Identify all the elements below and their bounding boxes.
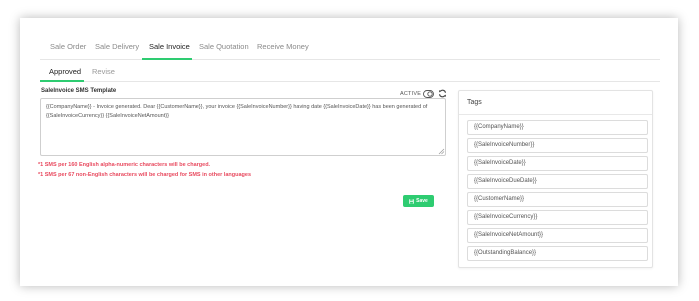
floppy-disk-icon xyxy=(409,198,414,204)
sms-settings-panel: Sale Order Sale Delivery Sale Invoice Sa… xyxy=(20,18,678,286)
tab-receive-money[interactable]: Receive Money xyxy=(257,42,309,51)
sms-charge-note-english: *1 SMS per 160 English alpha-numeric cha… xyxy=(38,162,211,168)
tag-sale-invoice-currency[interactable]: {{SaleInvoiceCurrency}} xyxy=(467,210,648,225)
status-label: ACTIVE xyxy=(400,91,422,97)
tag-customer-name[interactable]: {{CustomerName}} xyxy=(467,192,648,207)
tag-company-name[interactable]: {{CompanyName}} xyxy=(467,120,648,135)
tab-revise[interactable]: Revise xyxy=(92,67,115,76)
tag-sale-invoice-net-amount[interactable]: {{SaleInvoiceNetAmount}} xyxy=(467,228,648,243)
main-tabs: Sale Order Sale Delivery Sale Invoice Sa… xyxy=(40,38,660,60)
sms-charge-note-non-english: *1 SMS per 67 non-English characters wil… xyxy=(38,172,252,178)
sms-template-label: SaleInvoice SMS Template xyxy=(41,88,117,94)
tab-sale-delivery[interactable]: Sale Delivery xyxy=(95,42,139,51)
toggle-icon[interactable] xyxy=(423,90,434,98)
tags-title: Tags xyxy=(467,99,482,106)
tab-sale-quotation[interactable]: Sale Quotation xyxy=(199,42,249,51)
sms-template-textarea[interactable]: {{CompanyName}} - Invoice generated. Dea… xyxy=(40,98,446,156)
tag-sale-invoice-due-date[interactable]: {{SaleInvoiceDueDate}} xyxy=(467,174,648,189)
tag-outstanding-balance[interactable]: {{OutstandingBalance}} xyxy=(467,246,648,261)
refresh-icon[interactable] xyxy=(438,89,447,98)
tag-sale-invoice-date[interactable]: {{SaleInvoiceDate}} xyxy=(467,156,648,171)
active-tab-indicator xyxy=(142,58,192,60)
save-button[interactable]: Save xyxy=(403,195,434,207)
sub-tabs: Approved Revise xyxy=(40,62,660,82)
tab-sale-invoice[interactable]: Sale Invoice xyxy=(149,42,190,51)
tab-approved[interactable]: Approved xyxy=(49,67,81,76)
tab-sale-order[interactable]: Sale Order xyxy=(50,42,86,51)
save-button-label: Save xyxy=(416,198,428,204)
tags-card: Tags {{CompanyName}} {{SaleInvoiceNumber… xyxy=(458,90,653,268)
active-subtab-indicator xyxy=(40,80,84,82)
resize-grip-icon[interactable] xyxy=(438,148,445,155)
tag-sale-invoice-number[interactable]: {{SaleInvoiceNumber}} xyxy=(467,138,648,153)
tags-divider xyxy=(459,114,652,115)
